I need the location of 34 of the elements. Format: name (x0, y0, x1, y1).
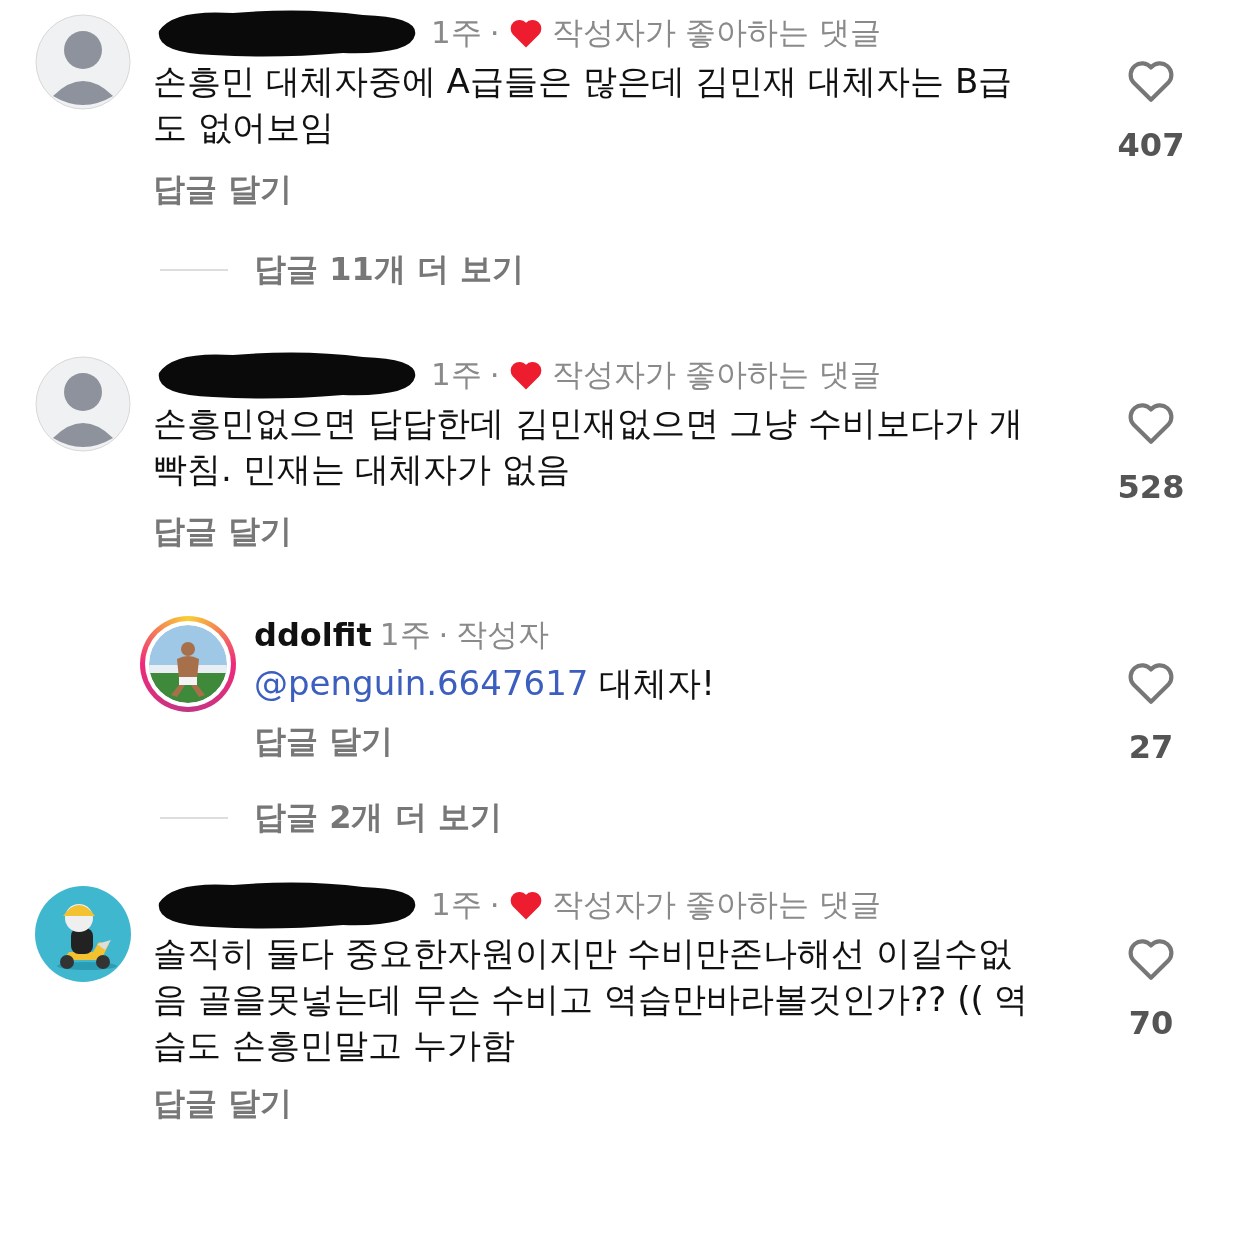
comment-time: 1주 (431, 355, 482, 394)
like-heart-icon[interactable] (1126, 936, 1176, 982)
default-avatar-icon (35, 14, 131, 110)
reply-link[interactable]: 답글 달기 (153, 1082, 293, 1126)
comment-text: 솔직히 둘다 중요한자원이지만 수비만존나해선 이길수없음 골을못넣는데 무슨 수비고 역습만바라볼것인가?? (( 역습도 손흥민말고 누가함 (153, 932, 1030, 1067)
meta-separator: · (438, 617, 449, 653)
like-heart-icon[interactable] (1126, 58, 1176, 104)
like-count: 528 (1117, 468, 1185, 506)
author-liked-label: 작성자가 좋아하는 댓글 (551, 13, 882, 52)
reply-link[interactable]: 답글 달기 (153, 168, 293, 212)
like-heart-icon[interactable] (1126, 400, 1176, 446)
comment-time: 1주 (431, 13, 482, 52)
like-count: 407 (1117, 126, 1185, 164)
meta-separator: · (489, 15, 500, 51)
author-label: 작성자 (456, 615, 550, 654)
meta-separator: · (489, 887, 500, 923)
view-more-replies-link[interactable]: 답글 11개 더 보기 (254, 248, 524, 292)
comment-text: 손흥민 대체자중에 A급들은 많은데 김민재 대체자는 B급도 없어보임 (153, 60, 1014, 149)
comment-time: 1주 (379, 615, 431, 654)
default-avatar-icon (35, 356, 131, 452)
reply-link[interactable]: 답글 달기 (254, 720, 394, 764)
author-liked-label: 작성자가 좋아하는 댓글 (551, 355, 882, 394)
reply-link[interactable]: 답글 달기 (153, 510, 293, 554)
like-count: 70 (1128, 1004, 1174, 1042)
meta-separator: · (489, 357, 500, 393)
comment-text: 손흥민없으면 답답한데 김민재없으면 그냥 수비보다가 개빡침. 민재는 대체자가 없음 (153, 402, 1025, 491)
comment-text: @penguin.6647617 대체자! (254, 662, 716, 705)
username[interactable]: ddolfit (254, 616, 372, 654)
view-more-replies-link[interactable]: 답글 2개 더 보기 (254, 796, 502, 840)
mention-link[interactable]: @penguin.6647617 (254, 663, 589, 703)
author-liked-label: 작성자가 좋아하는 댓글 (551, 885, 882, 924)
like-heart-icon[interactable] (1126, 660, 1176, 706)
comment-time: 1주 (431, 885, 482, 924)
like-count: 27 (1128, 728, 1174, 766)
